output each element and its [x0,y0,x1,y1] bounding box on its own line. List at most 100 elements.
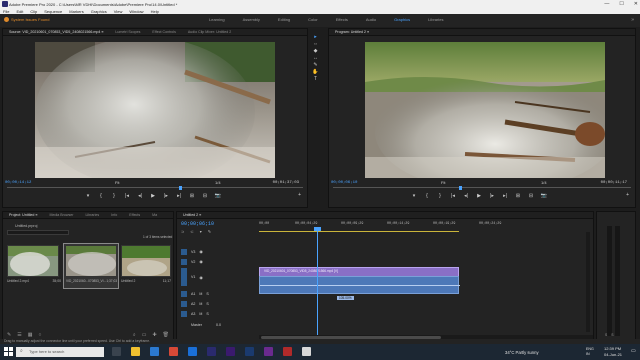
source-patch[interactable] [181,248,187,255]
workspace-learning[interactable]: Learning [200,17,234,22]
program-scrub-bar[interactable] [333,187,631,188]
program-add-marker-button[interactable]: ▾ [411,193,418,199]
app-icon[interactable] [302,347,311,356]
add-marker-button[interactable]: ▾ [85,193,92,199]
taskbar-search-input[interactable]: Type here to search [16,347,104,357]
tab-libraries[interactable]: Libraries [79,213,105,217]
program-playhead[interactable] [459,186,462,190]
edge-icon[interactable] [150,347,159,356]
source-scale-select[interactable]: 1/4 [215,180,221,185]
program-timecode[interactable]: 00;00;06;10 [331,181,357,185]
workspace-effects[interactable]: Effects [327,17,357,22]
menu-view[interactable]: View [114,9,123,14]
system-issues-notice[interactable]: System Issues Found [4,17,49,22]
track-name[interactable]: A3 [191,312,195,316]
mute-button[interactable]: M [199,312,202,316]
step-forward-button[interactable]: |▸ [163,193,170,199]
language-indicator[interactable]: ENG IN [586,347,594,357]
pencil-icon[interactable]: ✎ [7,332,11,338]
menu-clip[interactable]: Clip [30,9,37,14]
notification-icon[interactable]: ▭ [631,348,636,354]
source-timecode[interactable]: 00;00;14;12 [5,181,31,185]
store-icon[interactable] [188,347,197,356]
new-item-icon[interactable]: ✚ [152,332,156,338]
zoom-slider[interactable]: ○ [38,332,41,338]
workspace-libraries[interactable]: Libraries [419,17,452,22]
menu-file[interactable]: File [3,9,9,14]
source-patch[interactable] [181,310,187,317]
tab-media-browser[interactable]: Media Browser [43,213,79,217]
tab-effect-controls[interactable]: Effect Controls [146,30,182,34]
source-patch[interactable] [181,290,187,297]
program-play-button[interactable]: ▶ [476,193,483,199]
solo-button[interactable]: S [206,312,208,316]
program-mark-in-button[interactable]: { [424,193,431,199]
meter-solo-left-button[interactable]: S [605,333,607,337]
photoshop-icon[interactable] [245,347,254,356]
close-button[interactable]: ✕ [634,1,638,7]
project-item[interactable]: Untitled 2.mp4 35;00 [7,245,61,287]
source-scrub-bar[interactable] [7,187,303,188]
source-playhead[interactable] [179,186,182,190]
program-step-back-button[interactable]: ◂| [463,193,470,199]
workspace-editing[interactable]: Editing [269,17,299,22]
program-go-to-out-button[interactable]: ▸| [502,193,509,199]
windows-start-icon[interactable] [4,347,13,356]
file-explorer-icon[interactable] [131,347,140,356]
track-name[interactable]: V2 [191,260,195,264]
track-name[interactable]: A2 [191,302,195,306]
tab-program[interactable]: Program: Untitled 2 ≡ [329,30,375,34]
new-bin-icon[interactable]: ▭ [142,332,147,338]
timeline-playhead-handle[interactable] [314,227,321,231]
menu-graphics[interactable]: Graphics [91,9,107,14]
program-go-to-in-button[interactable]: |◂ [450,193,457,199]
program-step-forward-button[interactable]: |▸ [489,193,496,199]
track-name[interactable]: V3 [191,250,195,254]
add-marker-icon[interactable]: ▾ [200,229,202,234]
type-tool-icon[interactable]: T [312,76,319,83]
app-icon[interactable] [283,347,292,356]
overwrite-button[interactable]: ⊟ [202,193,209,199]
settings-wrench-icon[interactable]: ✎ [208,229,211,234]
workspace-assembly[interactable]: Assembly [234,17,269,22]
program-scale-select[interactable]: 1/4 [541,180,547,185]
source-add-control-button[interactable]: + [298,192,301,198]
workspace-color[interactable]: Color [299,17,327,22]
mark-in-button[interactable]: { [98,193,105,199]
volume-rubberband[interactable] [260,285,460,286]
program-add-control-button[interactable]: + [626,192,629,198]
audio-clip[interactable] [259,276,460,294]
weather-widget[interactable]: 34°C Partly sunny [505,350,539,355]
minimize-button[interactable]: — [604,1,609,7]
tab-lumetri-scopes[interactable]: Lumetri Scopes [109,30,146,34]
eye-icon[interactable]: ◉ [199,259,203,264]
source-patch[interactable] [181,258,187,265]
timeline-playhead-line[interactable] [317,229,318,339]
linked-selection-icon[interactable]: ⊂ [190,229,193,234]
icon-view-icon[interactable]: ▦ [28,332,33,338]
project-item-selected[interactable]: VID_2021060...070853_VI... 1;37;03 [63,243,119,289]
task-view-icon[interactable] [112,347,121,356]
timeline-vertical-scrollbar[interactable] [586,232,590,332]
play-button[interactable]: ▶ [150,193,157,199]
timeline-ruler[interactable]: 00;00 00;00;04;29 00;00;09;29 00;00;14;2… [259,222,593,234]
menu-help[interactable]: Help [151,9,159,14]
menu-window[interactable]: Window [129,9,143,14]
pen-tool-icon[interactable]: ✎ [312,62,319,69]
program-extract-button[interactable]: ⊟ [528,193,535,199]
maximize-button[interactable]: ☐ [619,1,623,7]
project-search-input[interactable] [7,230,69,235]
media-encoder-icon[interactable] [264,347,273,356]
program-mark-out-button[interactable]: } [437,193,444,199]
clock-time[interactable]: 12:39 PM [604,346,621,351]
work-area-bar[interactable] [259,231,459,232]
tab-audio-clip-mixer[interactable]: Audio Clip Mixer: Untitled 2 [182,30,237,34]
snap-icon[interactable]: ⊃ [181,229,184,234]
mark-out-button[interactable]: } [111,193,118,199]
search-icon[interactable]: ⌕ [133,332,136,338]
workspace-audio[interactable]: Audio [357,17,385,22]
chrome-icon[interactable] [169,347,178,356]
step-back-button[interactable]: ◂| [137,193,144,199]
ripple-edit-tool-icon[interactable]: ◆ [312,48,319,55]
meter-solo-right-button[interactable]: S [611,333,613,337]
